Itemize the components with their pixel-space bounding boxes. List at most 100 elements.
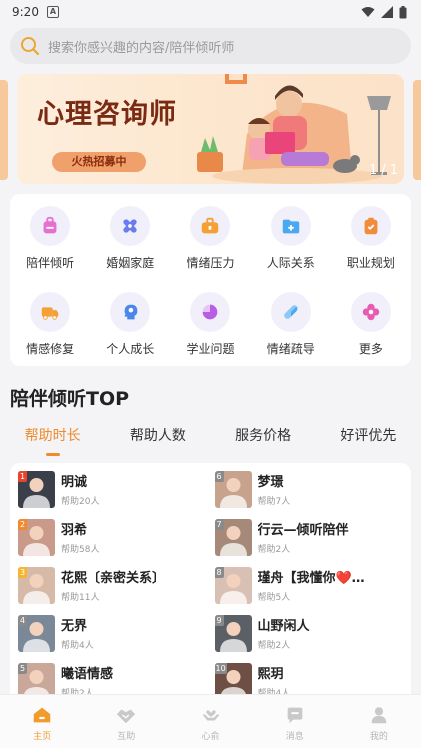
sort-tab[interactable]: 帮助人数 <box>105 422 210 460</box>
category-icon-wrap <box>190 206 231 246</box>
category-label: 个人成长 <box>106 342 155 356</box>
rings-icon <box>123 219 137 233</box>
category-icon-wrap <box>190 292 231 332</box>
category-label: 人际关系 <box>266 256 315 270</box>
listener-item[interactable]: 3 花熙〔亲密关系〕 帮助11人 <box>18 567 215 615</box>
category-item[interactable]: 个人成长 <box>90 284 170 370</box>
listener-name: 梦璟 <box>257 475 284 490</box>
listener-info: 明诚 帮助20人 <box>61 471 99 507</box>
listener-item[interactable]: 1 明诚 帮助20人 <box>18 471 215 519</box>
listener-help-count: 帮助2人 <box>257 641 291 651</box>
category-label: 陪伴倾听 <box>26 256 75 270</box>
listener-info: 瑾舟【我懂你❤️… 帮助5人 <box>258 567 365 603</box>
tab-label: 消息 <box>285 732 304 742</box>
category-icon-wrap <box>110 206 151 246</box>
category-icon-wrap <box>350 292 391 332</box>
tab-hands-heart[interactable]: 心俞 <box>168 695 252 748</box>
listener-help-count: 帮助2人 <box>257 545 291 555</box>
listener-info: 羽希 帮助58人 <box>61 519 99 555</box>
avatar: 1 <box>18 471 55 508</box>
tab-profile[interactable]: 我的 <box>337 695 421 748</box>
category-label: 情感修复 <box>26 342 75 356</box>
listener-name: 曦语情感 <box>61 667 114 682</box>
avatar: 4 <box>18 615 55 652</box>
category-item[interactable]: 情绪疏导 <box>251 284 331 370</box>
clipboard-icon <box>364 217 378 235</box>
category-item[interactable]: 婚姻家庭 <box>90 198 170 284</box>
handshake-icon <box>117 709 136 723</box>
tab-label: 我的 <box>369 732 388 742</box>
pill-icon <box>283 305 298 319</box>
avatar: 7 <box>214 519 252 556</box>
category-label: 学业问题 <box>186 342 235 356</box>
tab-handshake[interactable]: 互助 <box>84 695 168 748</box>
banner-counter: 1 / 1 <box>368 163 398 178</box>
tab-label: 主页 <box>33 732 52 742</box>
listener-item[interactable]: 9 山野闲人 帮助2人 <box>214 615 412 663</box>
profile-icon <box>371 707 387 724</box>
signal-icon <box>381 6 393 18</box>
listener-help-count: 帮助4人 <box>61 641 94 651</box>
pie-icon <box>203 304 218 320</box>
sort-tab[interactable]: 好评优先 <box>316 422 421 460</box>
tab-chat[interactable]: 消息 <box>253 695 337 748</box>
category-item[interactable]: 更多 <box>331 284 411 370</box>
category-item[interactable]: 情感修复 <box>10 284 90 370</box>
listener-item[interactable]: 2 羽希 帮助58人 <box>18 519 215 567</box>
flower-icon <box>362 303 380 321</box>
hands-heart-icon <box>202 710 219 721</box>
briefcase-icon <box>202 217 219 234</box>
sort-tab[interactable]: 服务价格 <box>211 422 316 460</box>
banner-tag[interactable]: 火热招募中 <box>52 152 146 172</box>
category-item[interactable]: 陪伴倾听 <box>10 198 90 284</box>
category-label: 更多 <box>358 342 383 356</box>
rank-badge: 4 <box>18 615 27 626</box>
battery-icon <box>399 5 407 18</box>
listener-name: 熙玥 <box>257 667 284 682</box>
category-item[interactable]: 学业问题 <box>170 284 250 370</box>
listener-name: 羽希 <box>61 523 88 538</box>
banner-peek-right <box>413 80 421 180</box>
notification-icon: A <box>46 6 59 18</box>
category-icon-wrap <box>110 292 151 332</box>
banner[interactable]: 心理咨询师 火热招募中 1 / 1 <box>17 74 404 184</box>
home-icon <box>33 707 51 723</box>
avatar: 2 <box>18 519 55 556</box>
avatar: 8 <box>214 567 252 604</box>
listener-name: 花熙〔亲密关系〕 <box>61 571 166 586</box>
listener-info: 无界 帮助4人 <box>61 615 94 651</box>
rank-badge: 8 <box>214 567 224 578</box>
banner-peek-left <box>0 80 8 180</box>
listener-help-count: 帮助20人 <box>61 497 100 507</box>
truck-icon <box>41 307 59 320</box>
listener-name: 明诚 <box>61 475 88 490</box>
banner-title: 心理咨询师 <box>37 99 177 130</box>
search-bar[interactable]: 搜索你感兴趣的内容/陪伴倾听师 <box>10 28 411 64</box>
rank-badge: 9 <box>214 615 224 626</box>
listener-info: 山野闲人 帮助2人 <box>258 615 310 651</box>
category-grid: 陪伴倾听 婚姻家庭 情绪压力 人际关系 职业规划 情感修复 个人成长 学业问题 … <box>10 194 411 366</box>
status-bar: 9:20 A <box>0 0 421 24</box>
category-item[interactable]: 职业规划 <box>331 198 411 284</box>
banner-carousel[interactable]: 心理咨询师 火热招募中 1 / 1 <box>0 74 421 186</box>
sort-tab[interactable]: 帮助时长 <box>0 422 105 460</box>
head-icon <box>124 304 138 320</box>
category-item[interactable]: 人际关系 <box>251 198 331 284</box>
category-label: 情绪疏导 <box>266 342 315 356</box>
category-label: 情绪压力 <box>186 256 235 270</box>
search-placeholder: 搜索你感兴趣的内容/陪伴倾听师 <box>48 40 235 56</box>
folder-icon <box>282 219 299 234</box>
category-item[interactable]: 情绪压力 <box>170 198 250 284</box>
listener-help-count: 帮助7人 <box>257 497 291 507</box>
tab-home[interactable]: 主页 <box>0 695 84 748</box>
listener-list: 1 明诚 帮助20人 6 梦璟 帮助7人 2 羽希 帮助58人 7 行云—倾听陪… <box>10 463 411 713</box>
listener-info: 花熙〔亲密关系〕 帮助11人 <box>61 567 165 603</box>
listener-item[interactable]: 7 行云—倾听陪伴 帮助2人 <box>214 519 412 567</box>
listener-item[interactable]: 8 瑾舟【我懂你❤️… 帮助5人 <box>214 567 412 615</box>
category-label: 婚姻家庭 <box>106 256 155 270</box>
rank-badge: 5 <box>18 663 27 674</box>
avatar: 9 <box>214 615 252 652</box>
sort-tabs: 帮助时长 帮助人数 服务价格 好评优先 <box>0 422 421 460</box>
listener-item[interactable]: 4 无界 帮助4人 <box>18 615 215 663</box>
listener-item[interactable]: 6 梦璟 帮助7人 <box>214 471 412 519</box>
